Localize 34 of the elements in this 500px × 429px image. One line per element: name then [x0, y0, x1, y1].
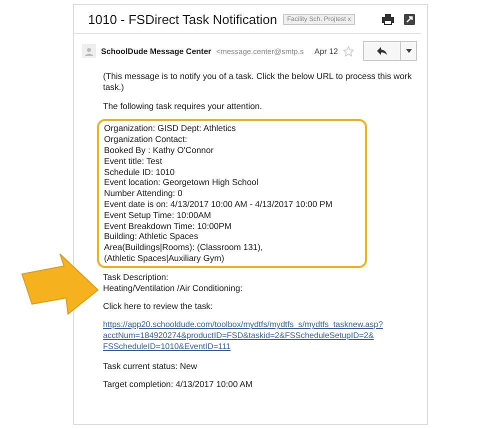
detail-line: Event title: Test [104, 156, 164, 167]
star-icon[interactable] [343, 46, 354, 56]
detail-line: Event Setup Time: 10:00AM [104, 210, 212, 221]
task-link[interactable]: FSScheduleID=1010&EventID=111 [103, 342, 231, 353]
more-button[interactable] [401, 41, 417, 61]
avatar-icon [82, 44, 96, 58]
description-line: Task Description: [103, 272, 170, 283]
detail-line: Booked By : Kathy O'Connor [104, 144, 215, 156]
detail-line: Area(Buildings|Rooms): (Classroom 131), [104, 242, 264, 253]
detail-line: (Athletic Spaces|Auxiliary Gym) [104, 252, 226, 264]
caret-icon [406, 49, 412, 53]
intro-paragraph: (This message is to notify you of a task. Click the below URL to process this work task.) [103, 71, 413, 93]
reply-button[interactable] [363, 41, 401, 61]
task-link[interactable]: https://app20.schooldude.com/toolbox/mydtfs/mydtfs_s/mydtfs_tasknew.asp? [103, 320, 383, 331]
detail-line: Organization: GISD Dept: Athletics [104, 123, 237, 134]
detail-line: Building: Athletic Spaces [104, 231, 200, 242]
detail-line: Event Breakdown Time: 10:00PM [104, 220, 233, 232]
detail-line: Schedule ID: 1010 [104, 166, 176, 178]
review-text: Click here to review the task: [103, 301, 214, 312]
detail-line: Event location: Georgetown High School [104, 177, 260, 188]
detail-line: Event date is on: 4/13/2017 10:00 AM - 4/13/2017 10:00 PM [104, 198, 334, 210]
task-link[interactable]: acctNum=184920274&productID=FSD&taskid=2&FSScheduleSetupID=2& [103, 330, 374, 342]
status-text: Task current status: New [103, 360, 198, 372]
email-subject: 1010 - FSDirect Task Notification [88, 12, 278, 27]
description-line: Heating/Ventilation /Air Conditioning: [103, 282, 244, 294]
detail-line: Number Attending: 0 [104, 188, 184, 199]
lead-text: The following task requires your attention. [103, 100, 264, 112]
email-date: Apr 12 [314, 46, 338, 56]
print-icon[interactable] [382, 14, 394, 25]
sender-name: SchoolDude Message Center [101, 46, 212, 56]
target-text: Target completion: 4/13/2017 10:00 AM [103, 379, 254, 390]
new-window-icon[interactable] [404, 14, 415, 25]
detail-line: Organization Contact: [104, 134, 188, 145]
reply-icon [377, 47, 387, 55]
